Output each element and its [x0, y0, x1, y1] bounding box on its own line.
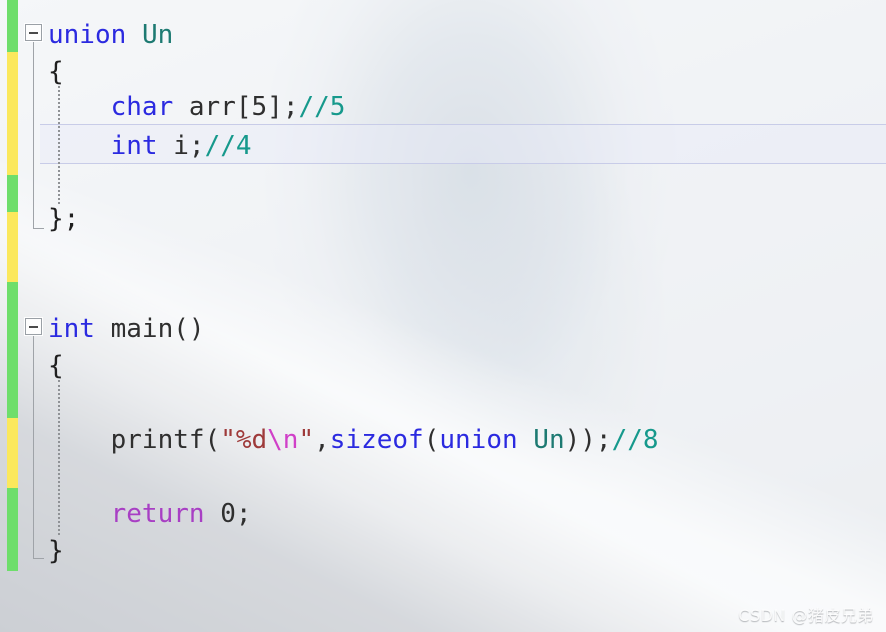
code-token-plain: 0; [204, 499, 252, 529]
code-token-plain: main() [94, 314, 205, 344]
code-line-text: return 0; [48, 497, 252, 531]
code-token-kw: int [48, 314, 95, 344]
code-line-text: union Un [48, 18, 173, 52]
code-line-text: char arr[5];//5 [48, 90, 346, 124]
code-line-text: }; [48, 202, 79, 236]
code-token-plain: printf( [48, 425, 221, 455]
code-token-kw: int [110, 131, 158, 161]
code-token-type: Un [141, 20, 174, 50]
code-token-brace: { [48, 57, 64, 87]
code-token-brace: { [48, 351, 64, 381]
code-token-flow: return [110, 499, 205, 529]
code-token-plain: , [314, 425, 330, 455]
fold-collapse-minus-icon[interactable] [25, 24, 42, 41]
code-editor-screenshot: union Un { char arr[5];//5 int i;//4}; int… [0, 0, 886, 632]
fold-region-guide-foot [33, 228, 44, 229]
fold-region-guide-foot [33, 558, 44, 559]
fold-region-guide [33, 42, 34, 228]
code-line-text: } [48, 534, 64, 568]
fold-collapse-minus-icon[interactable] [25, 318, 42, 335]
code-token-plain: )); [564, 425, 612, 455]
code-token-cmt: //4 [204, 131, 252, 161]
code-token-esc: \n [267, 425, 299, 455]
code-token-cmt: //8 [611, 425, 659, 455]
code-token-brace: }; [48, 204, 80, 234]
code-token-kw: union [439, 425, 518, 455]
code-line-text: { [48, 55, 64, 89]
code-token-str: " [298, 425, 315, 455]
code-token-brace: } [48, 536, 64, 566]
code-line-text: int i;//4 [48, 129, 252, 163]
code-token-kw: sizeof [329, 425, 424, 455]
code-line-text: printf("%d\n",sizeof(union Un));//8 [48, 423, 659, 457]
code-token-plain: arr[5]; [173, 92, 299, 122]
code-token-kw: char [110, 92, 174, 122]
code-line-text: int main() [48, 312, 205, 346]
code-token-plain: i; [157, 131, 205, 161]
code-token-kw: union [48, 20, 127, 50]
code-line-text: { [48, 349, 64, 383]
fold-region-guide [33, 336, 34, 558]
editor-text-area[interactable]: union Un { char arr[5];//5 int i;//4}; int… [0, 0, 886, 632]
code-token-str: "%d [220, 425, 268, 455]
code-token-type: Un [533, 425, 565, 455]
code-token-cmt: //5 [298, 92, 346, 122]
csdn-watermark: CSDN @猪皮兄弟 [738, 606, 874, 625]
code-token-plain: ( [423, 425, 440, 455]
